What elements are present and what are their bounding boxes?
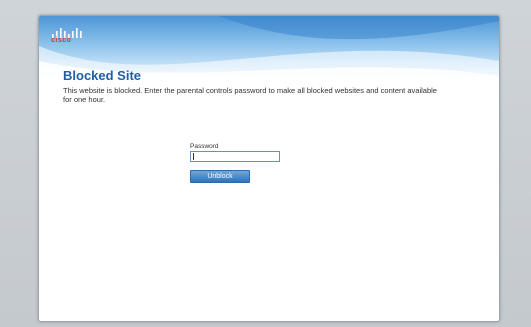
- header-wave-decoration: [39, 16, 499, 96]
- unblock-button[interactable]: Unblock: [190, 170, 250, 183]
- text-cursor: [193, 153, 194, 160]
- browser-background: cisco Blocked Site This website is block…: [0, 0, 531, 327]
- password-input[interactable]: [190, 151, 280, 162]
- password-label: Password: [190, 143, 219, 150]
- page-title: Blocked Site: [63, 68, 142, 83]
- blocked-site-panel: cisco Blocked Site This website is block…: [38, 15, 500, 322]
- cisco-logo-text: cisco: [51, 37, 72, 44]
- blocked-message: This website is blocked. Enter the paren…: [63, 86, 437, 104]
